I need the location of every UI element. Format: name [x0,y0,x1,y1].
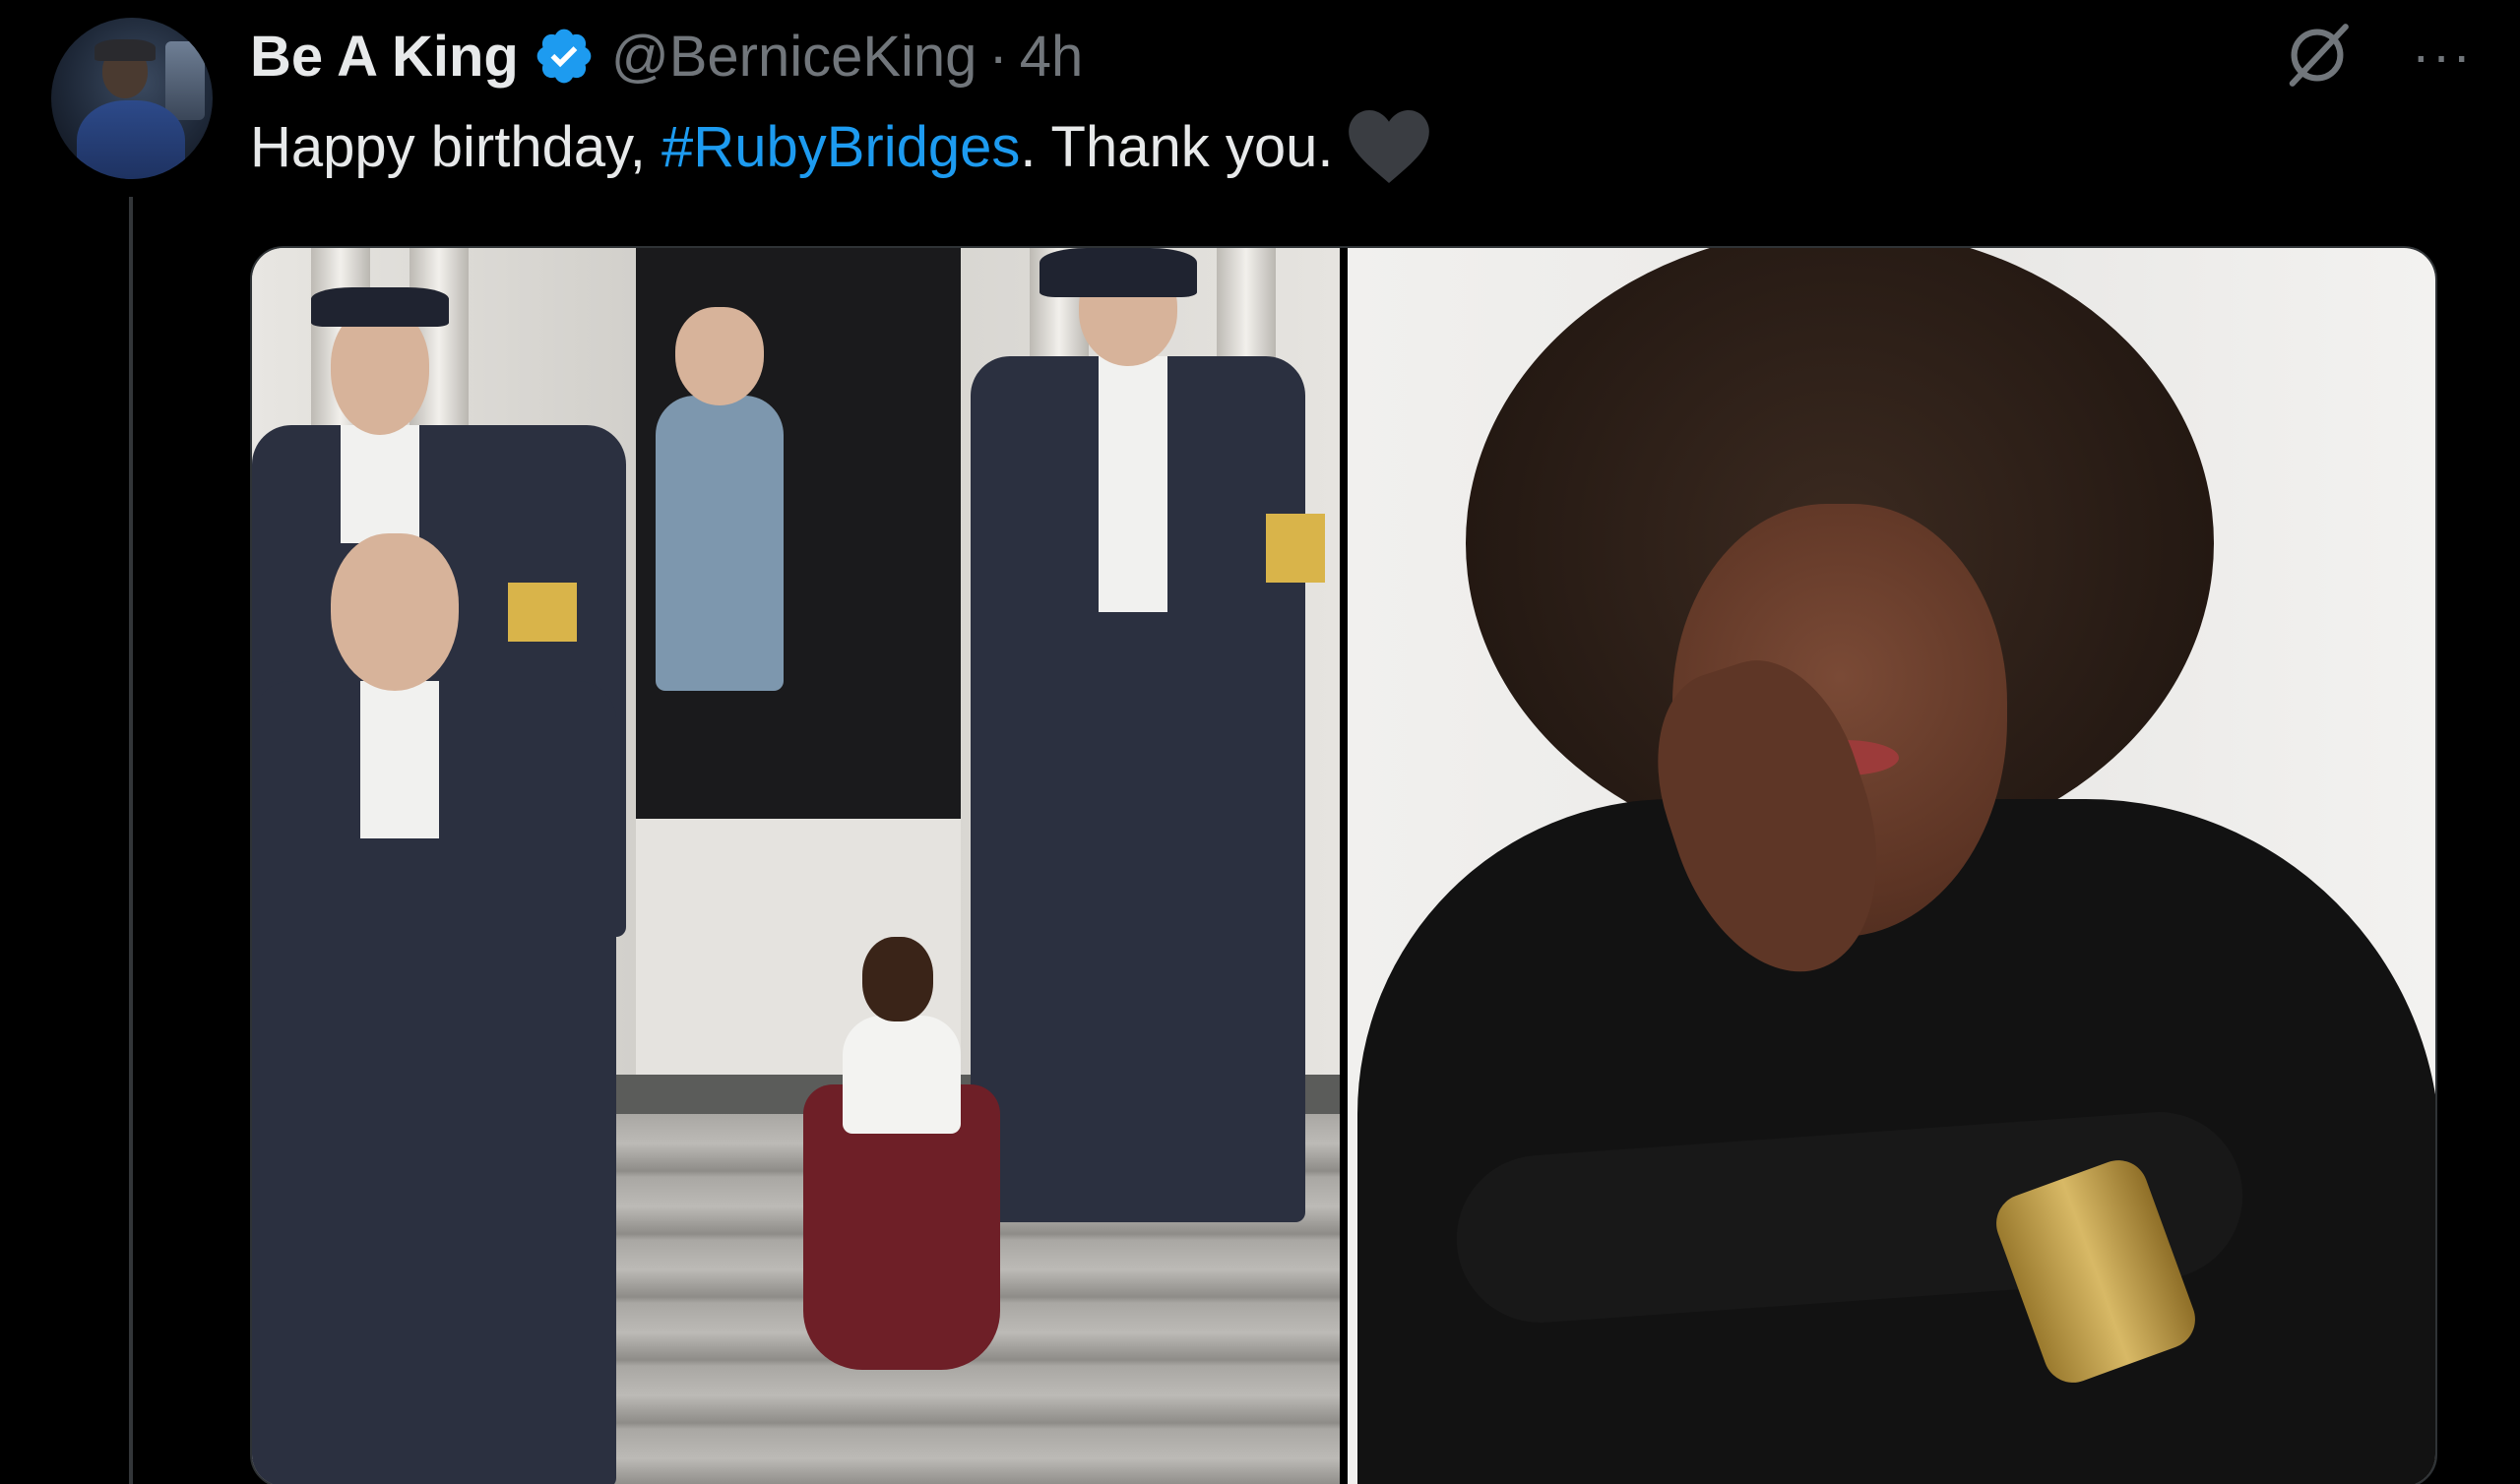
tweet-actions-top: ··· [2282,20,2473,91]
media-grid [250,246,2437,1484]
avatar-background [165,41,205,120]
tweet[interactable]: Be A King @BerniceKing · 4h ··· Happy bi… [0,0,2520,1484]
media-photo-left[interactable] [252,248,1340,1484]
more-icon[interactable]: ··· [2412,28,2473,83]
handle[interactable]: @BerniceKing [611,24,977,90]
photo-girl-coat [843,1016,961,1134]
grok-icon[interactable] [2282,20,2353,91]
hashtag-link[interactable]: #RubyBridges [662,114,1020,180]
tweet-header: Be A King @BerniceKing · 4h [250,22,1083,91]
media-photo-right[interactable] [1348,248,2435,1484]
black-heart-emoji-icon [1349,110,1430,183]
tweet-text-suffix: . Thank you. [1020,114,1334,179]
thread-line [129,197,133,1484]
avatar-hat [94,39,156,61]
tweet-text-prefix: Happy birthday, [250,114,662,179]
photo-girl-face [862,937,933,1021]
timestamp[interactable]: 4h [1020,24,1084,90]
separator-dot: · [988,24,1008,89]
avatar-figure [77,100,185,179]
verified-badge-icon[interactable] [533,25,596,88]
display-name[interactable]: Be A King [250,24,519,90]
avatar[interactable] [51,18,213,179]
tweet-text: Happy birthday, #RubyBridges . Thank you… [250,110,1430,183]
